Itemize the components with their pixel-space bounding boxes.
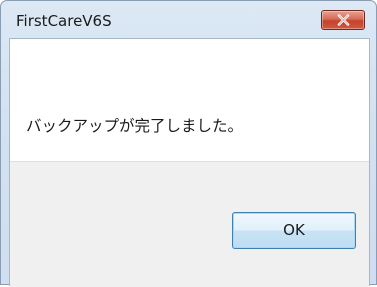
ok-button[interactable]: OK: [232, 212, 356, 249]
button-bar: OK: [10, 161, 369, 287]
window-frame: FirstCareV6S バックアップが完了しました。 OK: [0, 0, 377, 287]
close-icon: [337, 14, 350, 26]
message-text: バックアップが完了しました。: [26, 117, 244, 135]
window-title: FirstCareV6S: [16, 12, 112, 30]
close-button[interactable]: [321, 10, 365, 30]
message-dialog: FirstCareV6S バックアップが完了しました。 OK: [0, 0, 377, 287]
dialog-body: バックアップが完了しました。 OK: [9, 38, 370, 287]
